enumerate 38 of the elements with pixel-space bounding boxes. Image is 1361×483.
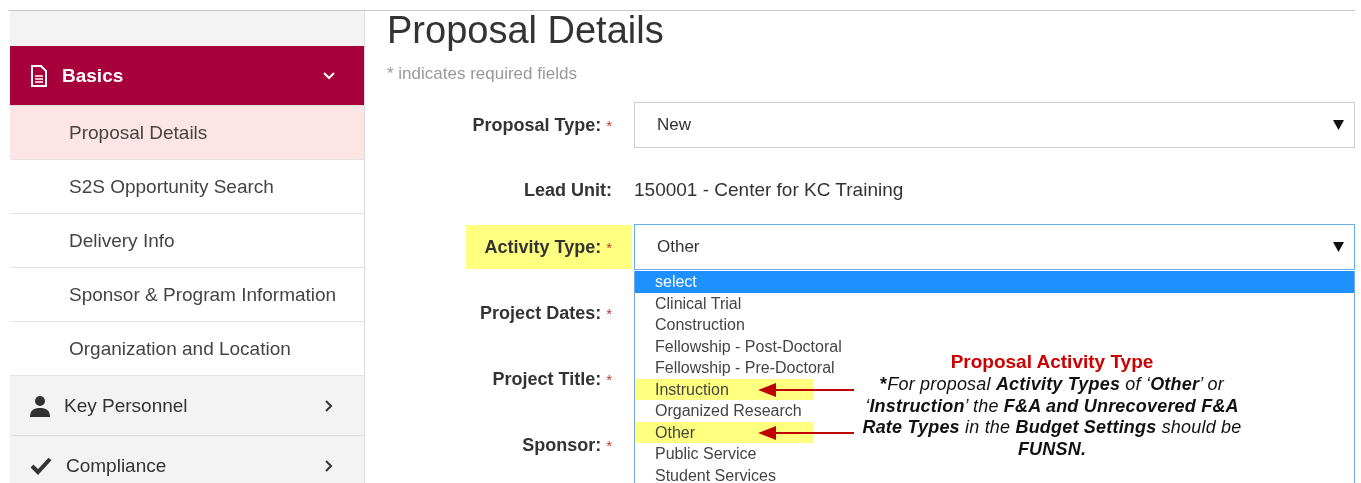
required-mark: * [606, 238, 612, 256]
caret-icon [1333, 242, 1344, 252]
field-label: Project Title: [492, 368, 602, 390]
field-label: Proposal Type: [472, 114, 602, 136]
check-icon [30, 456, 52, 475]
dropdown-option[interactable]: Student Services [635, 464, 784, 483]
callout-title: Proposal Activity Type [949, 350, 1155, 374]
field-label: Project Dates: [480, 302, 602, 324]
required-mark: * [606, 370, 612, 388]
page-title: Proposal Details [387, 10, 665, 50]
dropdown-option[interactable]: Public Service [635, 443, 765, 465]
field-label: Lead Unit: [524, 179, 612, 201]
sidebar-section[interactable]: Basics [10, 46, 364, 106]
sidebar-item[interactable]: Organization and Location [10, 322, 364, 376]
callout-text: *For proposal Activity Types of ‘Other’ or ‘Instruction’ the F&A and Unrecovered F&A Rate Types in the Budget Settings should be FUNSN. [862, 374, 1242, 460]
sidebar-item[interactable]: Proposal Details [10, 106, 364, 160]
dropdown-option[interactable]: Fellowship - Pre-Doctoral [635, 357, 843, 379]
sidebar-item[interactable]: Delivery Info [10, 214, 364, 268]
sidebar-item[interactable]: Sponsor & Program Information [10, 268, 364, 322]
required-fields-note: * indicates required fields [387, 64, 578, 84]
field-label: Sponsor: [522, 434, 602, 456]
select-field[interactable]: New [634, 102, 1355, 148]
field-value: 150001 - Center for KC Training [634, 179, 904, 200]
select-field[interactable]: Other [634, 224, 1355, 270]
required-mark: * [606, 304, 612, 322]
dropdown-option[interactable]: Fellowship - Post-Doctoral [635, 335, 850, 357]
caret-icon [1333, 120, 1344, 130]
dropdown-option[interactable]: Clinical Trial [635, 292, 750, 314]
user-icon [30, 394, 50, 417]
required-mark: * [606, 116, 612, 134]
document-icon [30, 64, 48, 87]
field-label: Activity Type: [484, 236, 602, 258]
sidebar-item[interactable]: S2S Opportunity Search [10, 160, 364, 214]
dropdown-option[interactable]: Construction [635, 314, 753, 336]
dropdown-option[interactable]: Other [635, 421, 813, 443]
required-mark: * [606, 436, 612, 454]
dropdown-option[interactable]: Instruction [635, 378, 813, 400]
dropdown-option[interactable]: Organized Research [635, 400, 810, 422]
